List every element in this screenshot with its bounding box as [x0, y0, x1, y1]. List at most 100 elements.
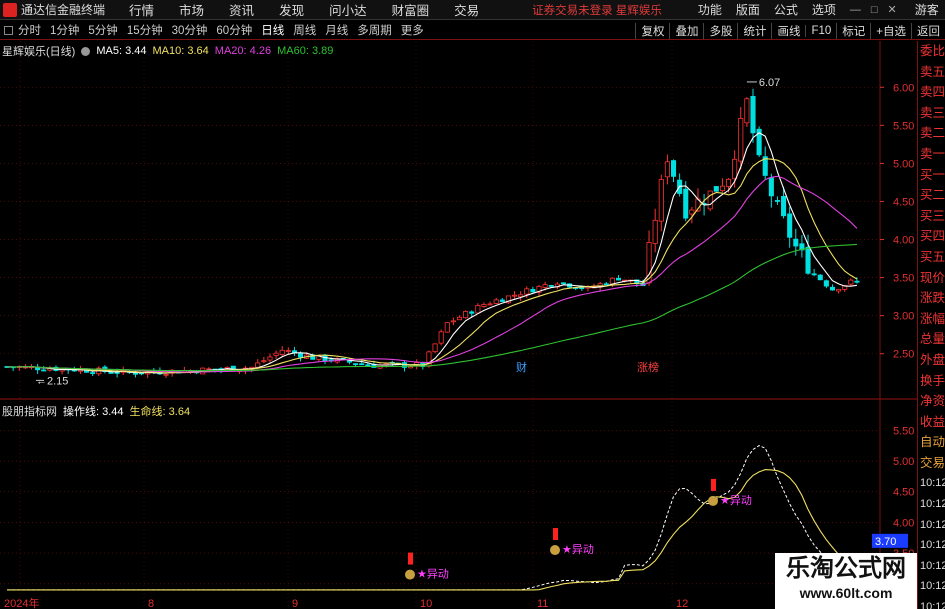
menu-item-shichang[interactable]: 市场 — [179, 0, 204, 19]
candle-up — [726, 178, 732, 187]
candle-up — [481, 304, 487, 307]
menu-item-faxian[interactable]: 发现 — [279, 0, 304, 19]
quote-field-2[interactable]: 卖四 — [918, 82, 945, 103]
quote-field-7[interactable]: 买二 — [918, 185, 945, 206]
candle-up — [707, 190, 713, 210]
chart-labels: 6.00 5.50 5.00 4.50 4.00 3.50 3.00 2.50 5.50 5.00… — [4, 77, 914, 609]
quote-field-25[interactable]: 10:12 — [918, 556, 945, 577]
candle-up — [456, 316, 463, 321]
candle-down — [469, 311, 475, 314]
menu-layout[interactable]: 版面 — [736, 1, 760, 18]
quote-field-1[interactable]: 卖五 — [918, 62, 945, 83]
quote-field-27[interactable]: 10:12 — [918, 597, 945, 609]
quote-field-12[interactable]: 涨跌 — [918, 288, 945, 309]
minimize-icon[interactable]: — — [850, 4, 861, 16]
event-marker-zhangbang: 涨榜 — [637, 360, 659, 374]
restore-icon[interactable]: □ — [871, 4, 878, 16]
btn-duogu[interactable]: 多股 — [703, 22, 737, 39]
candle-up — [487, 303, 493, 306]
btn-biaoji[interactable]: 标记 — [836, 22, 870, 39]
candle-up — [542, 284, 548, 288]
menu-formula[interactable]: 公式 — [774, 1, 798, 18]
tab-30min[interactable]: 30分钟 — [172, 22, 208, 38]
btn-add-watchlist[interactable]: +自选 — [870, 22, 911, 39]
quote-field-6[interactable]: 买一 — [918, 165, 945, 186]
quote-field-17[interactable]: 净资 — [918, 391, 945, 412]
quote-field-5[interactable]: 卖一 — [918, 144, 945, 165]
tab-fenshi[interactable]: 分时 — [18, 22, 41, 38]
candle-down — [298, 352, 304, 358]
ma-line-ma20 — [7, 175, 858, 373]
panel-toggle-icon[interactable] — [4, 25, 13, 35]
quote-field-16[interactable]: 换手 — [918, 371, 945, 392]
candlestick-series — [4, 88, 860, 379]
settings-dot-icon[interactable] — [81, 46, 91, 56]
close-icon[interactable]: ✕ — [888, 3, 897, 16]
x-axis-label: 10 — [420, 598, 432, 609]
quote-field-21[interactable]: 10:12 — [918, 473, 945, 494]
top-menu-bar: 通达信金融终端 行情 市场 资讯 发现 问小达 财富圈 交易 证券交易未登录 星… — [0, 0, 945, 20]
menu-item-jiaoyi[interactable]: 交易 — [454, 0, 479, 19]
tab-monthly[interactable]: 月线 — [325, 22, 348, 38]
guest-label[interactable]: 游客 — [915, 1, 939, 18]
btn-diejia[interactable]: 叠加 — [669, 22, 703, 39]
quote-field-0[interactable]: 委比 — [918, 41, 945, 62]
menu-options[interactable]: 选项 — [812, 1, 836, 18]
quote-field-11[interactable]: 现价 — [918, 268, 945, 289]
candle-up — [255, 362, 261, 368]
candle-down — [781, 196, 787, 217]
menu-function[interactable]: 功能 — [698, 1, 722, 18]
quote-field-14[interactable]: 总量 — [918, 329, 945, 350]
quote-field-13[interactable]: 涨幅 — [918, 309, 945, 330]
candle-up — [267, 356, 273, 361]
menu-item-caifuquan[interactable]: 财富圈 — [392, 0, 430, 19]
quote-field-19[interactable]: 自动 — [918, 432, 945, 453]
candle-down — [108, 372, 114, 374]
tab-60min[interactable]: 60分钟 — [216, 22, 252, 38]
candle-up — [658, 179, 664, 222]
indicator-y-tick-label: 4.50 — [893, 487, 914, 499]
tab-15min[interactable]: 15分钟 — [127, 22, 163, 38]
indicator-y-tick-label: 5.50 — [893, 425, 914, 437]
quote-field-22[interactable]: 10:12 — [918, 494, 945, 515]
candle-up — [279, 349, 285, 355]
candle-up — [652, 219, 658, 244]
tab-5min[interactable]: 5分钟 — [88, 22, 117, 38]
btn-huaxian[interactable]: 画线 — [771, 22, 805, 39]
btn-back[interactable]: 返回 — [911, 22, 945, 39]
quote-field-3[interactable]: 卖三 — [918, 103, 945, 124]
tab-multi-period[interactable]: 多周期 — [357, 22, 392, 38]
quote-field-26[interactable]: 10:12 — [918, 576, 945, 597]
ma60-label: MA60: 3.89 — [277, 45, 334, 57]
btn-tongji[interactable]: 统计 — [737, 22, 771, 39]
signal-label: ★异动 — [720, 494, 752, 507]
btn-fuquan[interactable]: 复权 — [635, 22, 669, 39]
watermark-url: www.60lt.com — [799, 585, 893, 601]
quote-field-10[interactable]: 买五 — [918, 247, 945, 268]
tab-weekly[interactable]: 周线 — [293, 22, 316, 38]
menu-item-zixun[interactable]: 资讯 — [229, 0, 254, 19]
candle-up — [732, 158, 738, 180]
quote-field-8[interactable]: 买三 — [918, 206, 945, 227]
quote-field-15[interactable]: 外盘 — [918, 350, 945, 371]
ma5-label: MA5: 3.44 — [96, 45, 147, 57]
y-tick-label: 6.00 — [893, 82, 914, 94]
tab-1min[interactable]: 1分钟 — [50, 22, 79, 38]
y-tick-label: 4.50 — [893, 196, 914, 208]
quote-field-24[interactable]: 10:12 — [918, 535, 945, 556]
quote-field-23[interactable]: 10:12 — [918, 515, 945, 536]
quote-field-4[interactable]: 卖二 — [918, 123, 945, 144]
quote-field-20[interactable]: 交易 — [918, 453, 945, 474]
tab-more[interactable]: 更多 — [401, 22, 424, 38]
kline-chart[interactable]: ★异动 ★异动 ★异动 6.00 5.50 5.00 4.50 4.00 3.50 3.00 2.… — [0, 41, 917, 609]
quote-field-18[interactable]: 收益 — [918, 412, 945, 433]
candle-down — [768, 177, 774, 197]
menu-item-hangqing[interactable]: 行情 — [129, 0, 154, 19]
menu-item-wenxiaoda[interactable]: 问小达 — [329, 0, 367, 19]
btn-f10[interactable]: F10 — [805, 24, 836, 37]
x-axis-label: 8 — [148, 598, 154, 609]
y-tick-label: 2.50 — [893, 349, 914, 361]
quote-field-9[interactable]: 买四 — [918, 226, 945, 247]
tab-daily[interactable]: 日线 — [261, 22, 284, 38]
candle-down — [793, 238, 799, 247]
